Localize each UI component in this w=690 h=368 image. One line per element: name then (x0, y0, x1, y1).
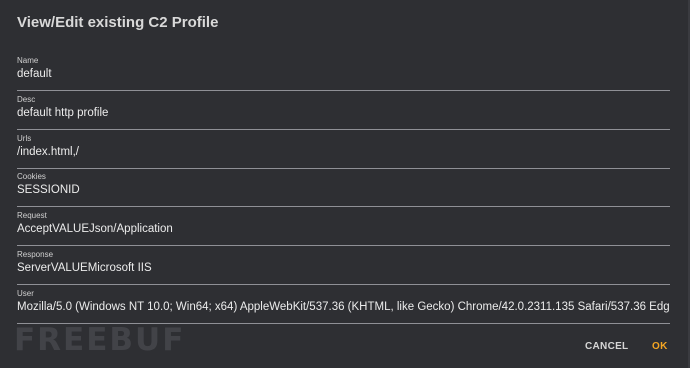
user-input[interactable]: Mozilla/5.0 (Windows NT 10.0; Win64; x64… (17, 301, 670, 313)
request-input[interactable]: AcceptVALUEJson/Application (17, 223, 670, 235)
urls-label: Urls (17, 134, 32, 143)
response-underline (17, 284, 670, 285)
cookies-input[interactable]: SESSIONID (17, 184, 670, 196)
cookies-label: Cookies (17, 172, 46, 181)
response-input[interactable]: ServerVALUEMicrosoft IIS (17, 262, 670, 274)
desc-input[interactable]: default http profile (17, 107, 670, 119)
user-underline (17, 323, 670, 324)
request-underline (17, 245, 670, 246)
ok-button[interactable]: OK (648, 338, 672, 355)
request-field[interactable]: Request AcceptVALUEJson/Application (17, 211, 670, 249)
urls-underline (17, 168, 670, 169)
freebuf-watermark: FREEBUF (14, 322, 186, 358)
edit-c2-profile-dialog: View/Edit existing C2 Profile Name defau… (0, 0, 690, 368)
user-field[interactable]: User Mozilla/5.0 (Windows NT 10.0; Win64… (17, 289, 670, 327)
cancel-button[interactable]: CANCEL (581, 338, 632, 355)
cookies-field[interactable]: Cookies SESSIONID (17, 172, 670, 210)
urls-input[interactable]: /index.html,/ (17, 146, 670, 158)
user-label: User (17, 289, 34, 298)
desc-underline (17, 129, 670, 130)
response-label: Response (17, 250, 54, 259)
name-input[interactable]: default (17, 68, 670, 80)
dialog-title: View/Edit existing C2 Profile (17, 14, 219, 31)
request-label: Request (17, 211, 47, 220)
response-field[interactable]: Response ServerVALUEMicrosoft IIS (17, 250, 670, 288)
name-underline (17, 90, 670, 91)
desc-label: Desc (17, 95, 36, 104)
name-label: Name (17, 56, 39, 65)
cookies-underline (17, 206, 670, 207)
urls-field[interactable]: Urls /index.html,/ (17, 134, 670, 172)
desc-field[interactable]: Desc default http profile (17, 95, 670, 133)
name-field[interactable]: Name default (17, 56, 670, 94)
